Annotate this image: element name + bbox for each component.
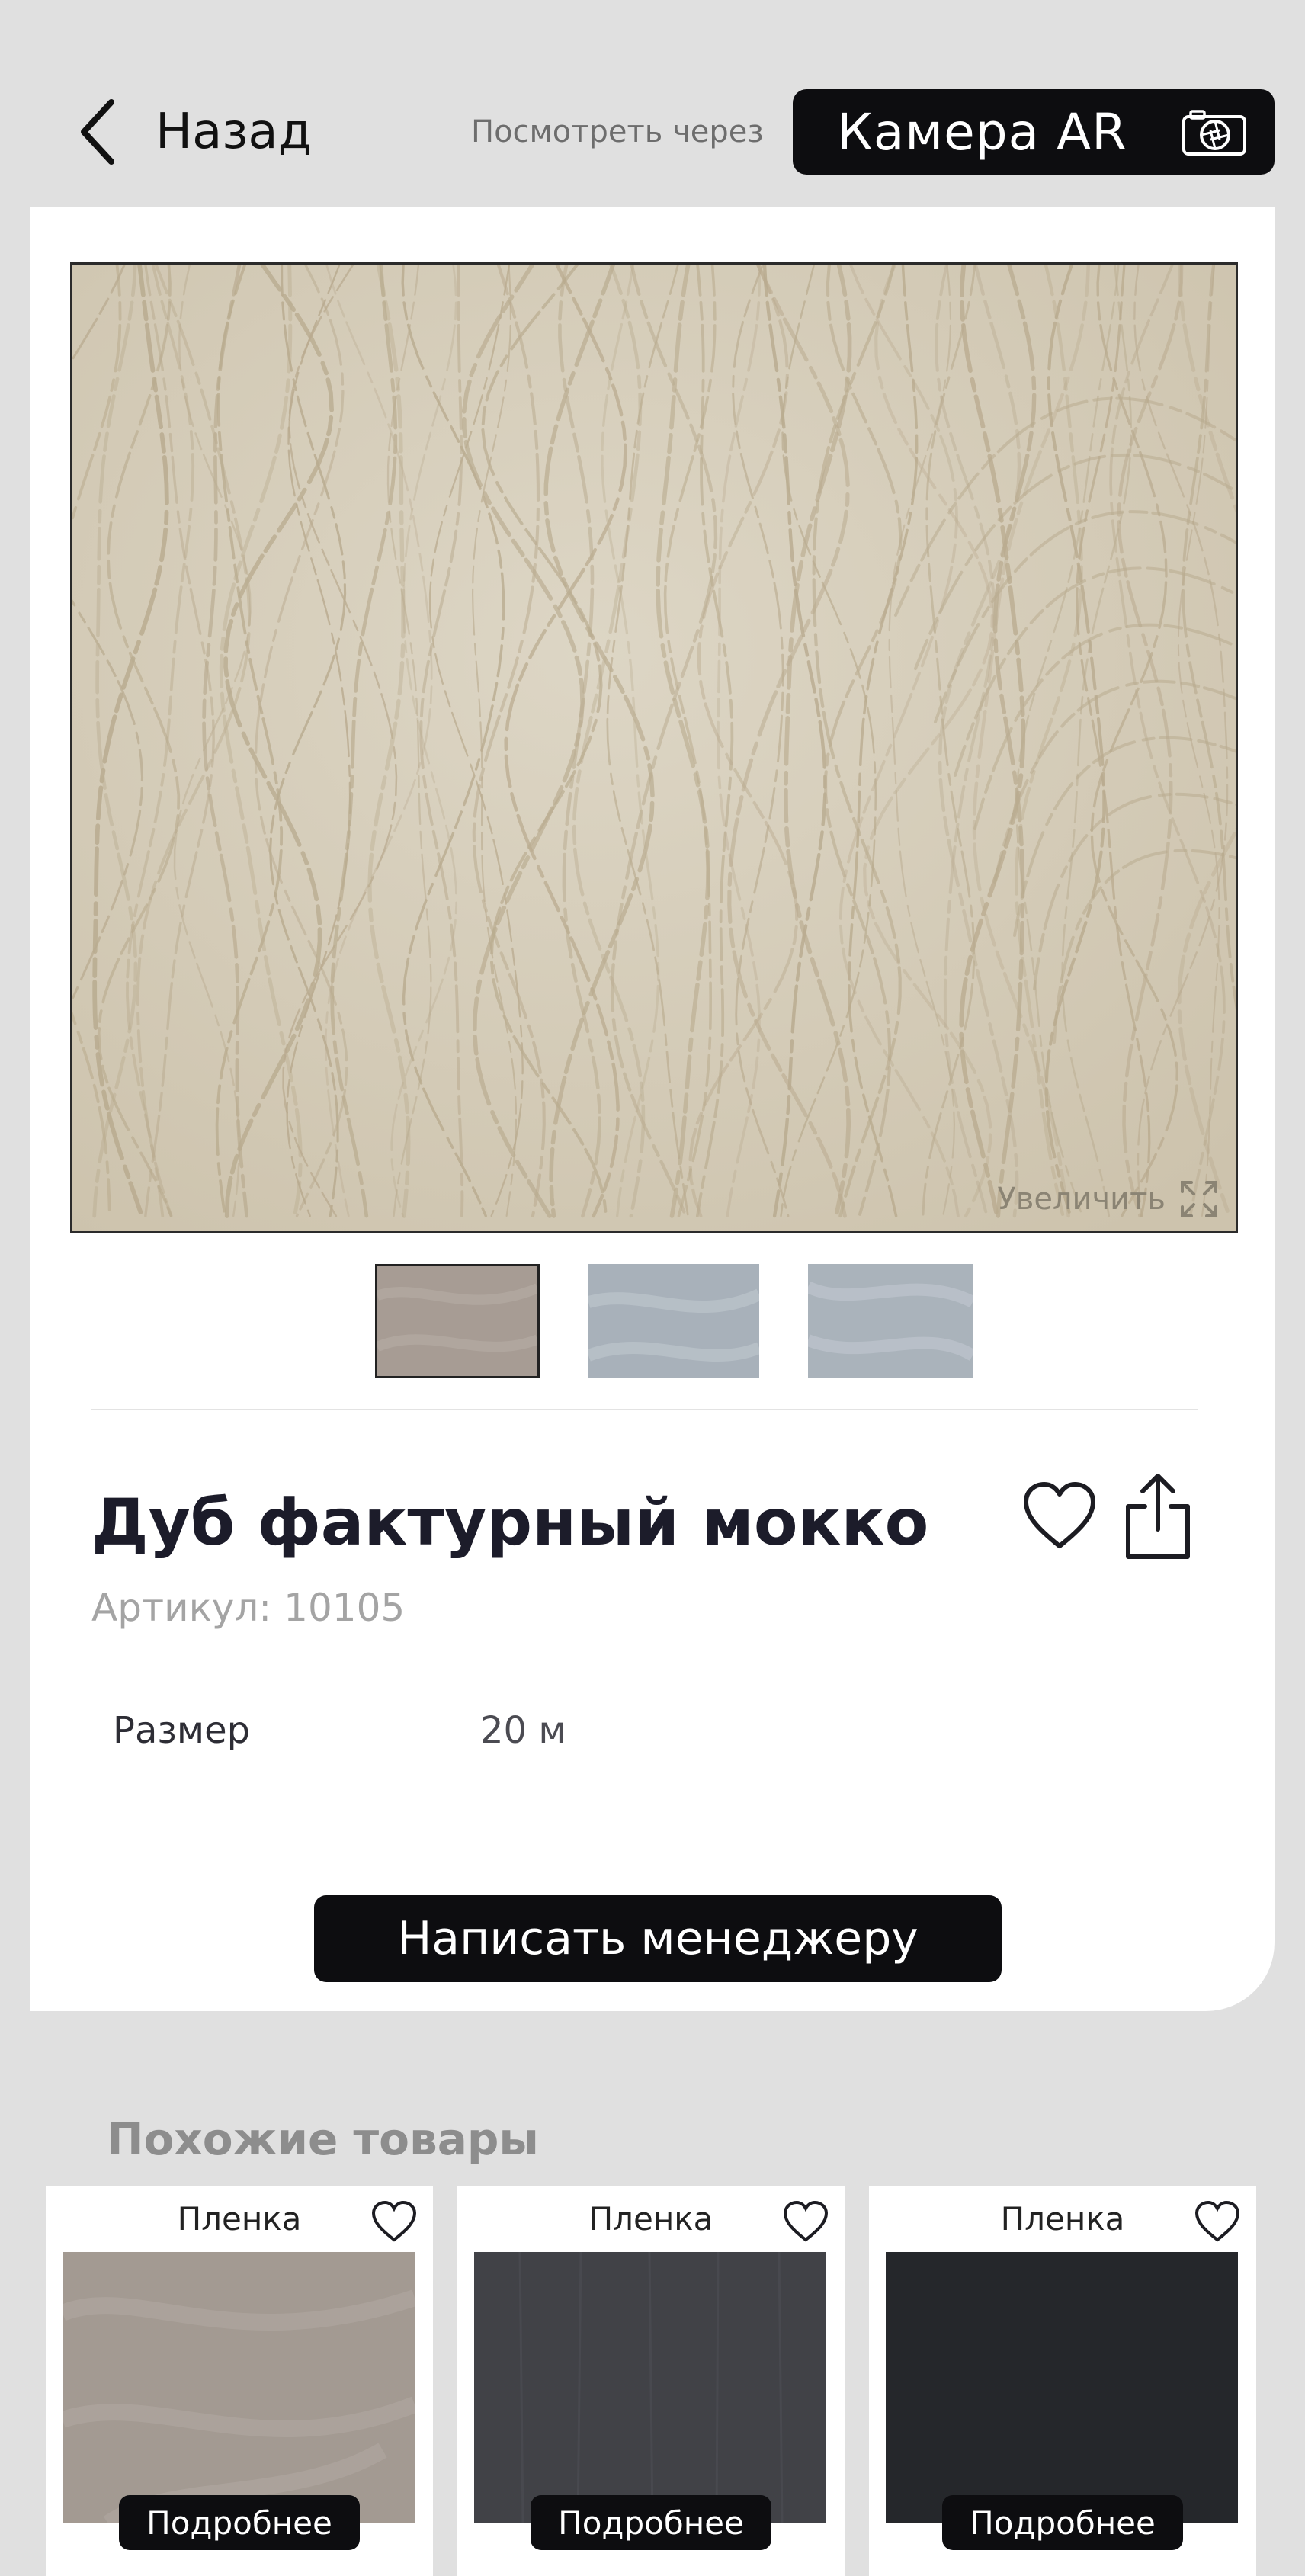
product-image (474, 2252, 826, 2523)
thumbnail-3[interactable] (808, 1264, 973, 1378)
sku-label: Артикул: (91, 1586, 272, 1630)
thumbnail-2[interactable] (588, 1264, 759, 1378)
product-title: Дуб фактурный мокко (91, 1485, 929, 1560)
favorite-heart-icon[interactable] (1021, 1480, 1098, 1554)
similar-product-card[interactable]: Пленка Подробнее (869, 2186, 1256, 2576)
ar-camera-label: Камера AR (837, 102, 1128, 162)
back-label: Назад (156, 104, 312, 160)
favorite-heart-icon[interactable] (782, 2200, 829, 2244)
details-button[interactable]: Подробнее (942, 2495, 1183, 2550)
similar-product-card[interactable]: Пленка Подробнее (46, 2186, 433, 2576)
product-card: Увеличить Дуб фактурный мокко Артикул: 1… (30, 207, 1275, 2011)
thumbnail-1-image (377, 1266, 537, 1376)
product-image (886, 2252, 1238, 2523)
thumbnail-strip (30, 1264, 1275, 1378)
sku-value: 10105 (284, 1586, 406, 1630)
camera-icon (1182, 110, 1246, 156)
details-button[interactable]: Подробнее (119, 2495, 360, 2550)
favorite-heart-icon[interactable] (1194, 2200, 1241, 2244)
ar-camera-button[interactable]: Камера AR (793, 89, 1275, 175)
similar-product-card[interactable]: Пленка Подробнее (457, 2186, 845, 2576)
zoom-label: Увеличить (997, 1182, 1166, 1217)
wood-texture-image (72, 265, 1236, 1231)
thumbnail-3-image (808, 1264, 973, 1378)
details-button[interactable]: Подробнее (531, 2495, 771, 2550)
thumbnail-2-image (588, 1264, 759, 1378)
spec-size-value: 20 м (480, 1709, 566, 1752)
thumbnail-1[interactable] (375, 1264, 540, 1378)
contact-manager-button[interactable]: Написать менеджеру (314, 1895, 1002, 1982)
chevron-left-icon (81, 99, 114, 165)
product-main-image[interactable]: Увеличить (70, 262, 1238, 1233)
header: Назад Посмотреть через Камера AR (0, 0, 1305, 207)
spec-size-label: Размер (113, 1709, 251, 1752)
product-sku: Артикул: 10105 (91, 1586, 405, 1630)
zoom-button[interactable]: Увеличить (997, 1179, 1219, 1219)
favorite-heart-icon[interactable] (370, 2200, 418, 2244)
product-image (63, 2252, 415, 2523)
divider (91, 1409, 1198, 1410)
share-icon[interactable] (1124, 1471, 1192, 1561)
product-swatch (886, 2252, 1238, 2523)
back-button[interactable]: Назад (76, 98, 312, 166)
ar-hint-text: Посмотреть через (471, 114, 764, 149)
expand-icon (1181, 1181, 1217, 1217)
similar-products-title: Похожие товары (107, 2113, 539, 2165)
